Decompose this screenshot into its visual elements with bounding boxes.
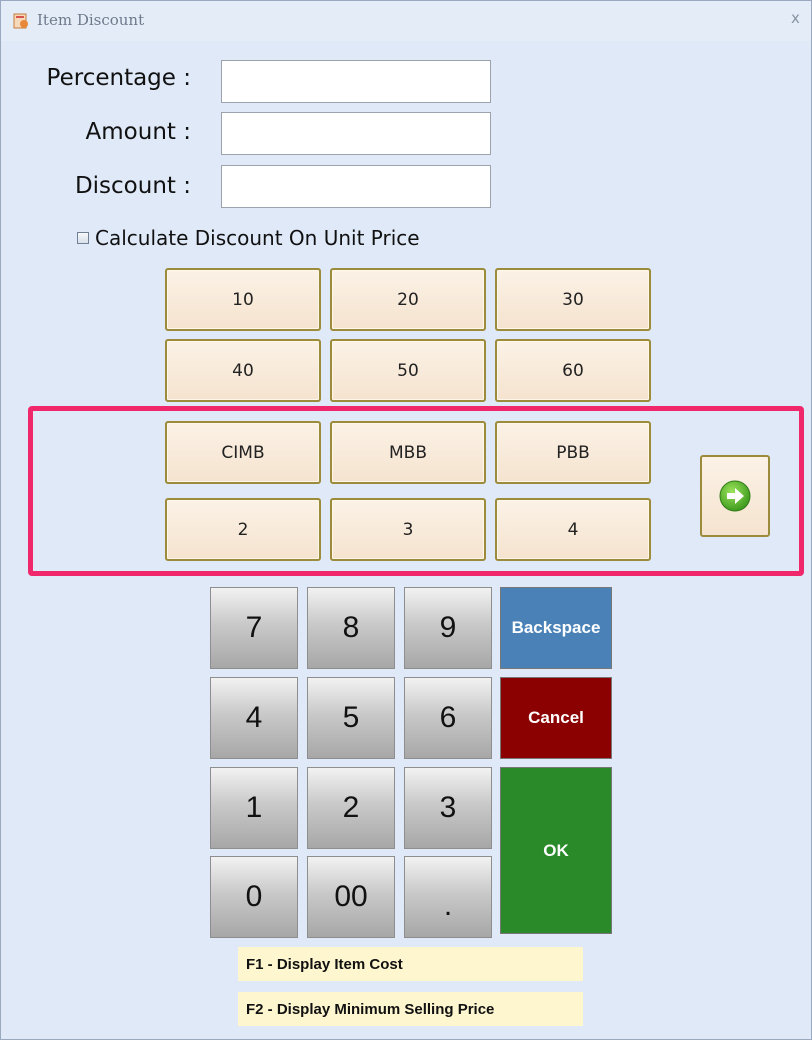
key-00[interactable]: 00 <box>307 856 395 938</box>
key-4[interactable]: 4 <box>210 677 298 759</box>
amount-input[interactable] <box>221 112 491 155</box>
key-5[interactable]: 5 <box>307 677 395 759</box>
percentage-input[interactable] <box>221 60 491 103</box>
window-title: Item Discount <box>37 11 145 29</box>
percentage-label: Percentage : <box>46 65 191 91</box>
key-8[interactable]: 8 <box>307 587 395 669</box>
key-dot[interactable]: . <box>404 856 492 938</box>
key-7[interactable]: 7 <box>210 587 298 669</box>
unit-price-checkbox-row[interactable]: Calculate Discount On Unit Price <box>77 225 420 251</box>
close-button[interactable]: x <box>791 9 800 27</box>
cancel-button[interactable]: Cancel <box>500 677 612 759</box>
discount-label: Discount : <box>74 173 191 199</box>
hint-f1: F1 - Display Item Cost <box>238 947 583 981</box>
preset-button-mbb[interactable]: MBB <box>330 421 486 484</box>
preset-button-2[interactable]: 2 <box>165 498 321 561</box>
ok-button[interactable]: OK <box>500 767 612 934</box>
amount-label: Amount : <box>85 119 191 145</box>
key-9[interactable]: 9 <box>404 587 492 669</box>
hint-f2: F2 - Display Minimum Selling Price <box>238 992 583 1026</box>
preset-button-pbb[interactable]: PBB <box>495 421 651 484</box>
preset-button-cimb[interactable]: CIMB <box>165 421 321 484</box>
key-6[interactable]: 6 <box>404 677 492 759</box>
quick-button-20[interactable]: 20 <box>330 268 486 331</box>
preset-button-4[interactable]: 4 <box>495 498 651 561</box>
unit-price-checkbox[interactable] <box>77 232 89 244</box>
unit-price-checkbox-label: Calculate Discount On Unit Price <box>95 226 420 250</box>
discount-input[interactable] <box>221 165 491 208</box>
quick-button-60[interactable]: 60 <box>495 339 651 402</box>
quick-button-30[interactable]: 30 <box>495 268 651 331</box>
title-bar: Item Discount x <box>1 1 811 41</box>
key-0[interactable]: 0 <box>210 856 298 938</box>
quick-button-50[interactable]: 50 <box>330 339 486 402</box>
preset-button-3[interactable]: 3 <box>330 498 486 561</box>
key-1[interactable]: 1 <box>210 767 298 849</box>
backspace-button[interactable]: Backspace <box>500 587 612 669</box>
quick-button-40[interactable]: 40 <box>165 339 321 402</box>
key-2[interactable]: 2 <box>307 767 395 849</box>
app-icon <box>13 13 28 29</box>
item-discount-dialog: Item Discount x Percentage : Amount : Di… <box>0 0 812 1040</box>
key-3[interactable]: 3 <box>404 767 492 849</box>
arrow-right-circle-icon <box>719 480 751 512</box>
quick-button-10[interactable]: 10 <box>165 268 321 331</box>
next-page-button[interactable] <box>700 455 770 537</box>
